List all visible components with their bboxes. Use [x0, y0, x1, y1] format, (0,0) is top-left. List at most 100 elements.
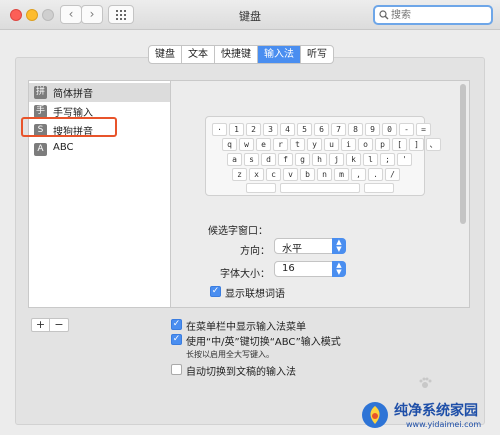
keyboard-key: h	[312, 153, 327, 166]
keyboard-key: v	[283, 168, 298, 181]
keyboard-key: j	[329, 153, 344, 166]
keyboard-key: o	[358, 138, 373, 151]
use-key-switch-checkbox[interactable]: ✓	[171, 334, 182, 345]
direction-label: 方向：	[240, 246, 270, 257]
chevron-updown-icon: ▲ ▼	[332, 238, 346, 254]
keyboard-row: a s d f g h j k l; '	[227, 153, 414, 166]
forward-button[interactable]: ›	[81, 5, 103, 24]
watermark-url: www.yidaimei.com	[406, 420, 482, 429]
keyboard-key: 3	[263, 123, 278, 136]
keyboard-key: 9	[365, 123, 380, 136]
use-key-switch-note: 长按以启用全大写键入。	[186, 350, 274, 359]
keyboard-key: k	[346, 153, 361, 166]
input-source-list[interactable]: 拼 简体拼音 手 手写输入 S 搜狗拼音 A ABC	[28, 80, 171, 308]
keyboard-key: x	[249, 168, 264, 181]
keyboard-key: g	[295, 153, 310, 166]
keyboard-key: s	[244, 153, 259, 166]
show-in-menubar-label: 在菜单栏中显示输入法菜单	[186, 322, 306, 333]
keyboard-key: =	[416, 123, 431, 136]
show-suggestions-checkbox[interactable]: ✓	[210, 286, 221, 297]
close-window-button[interactable]	[10, 9, 22, 21]
zoom-window-button[interactable]	[42, 9, 54, 21]
show-in-menubar-checkbox[interactable]: ✓	[171, 319, 182, 330]
keyboard-key: r	[273, 138, 288, 151]
list-controls: + −	[31, 318, 69, 332]
keyboard-key: m	[334, 168, 349, 181]
pinyin-icon: 拼	[34, 86, 47, 99]
add-button[interactable]: +	[32, 319, 50, 331]
keyboard-key: 8	[348, 123, 363, 136]
keyboard-key: t	[290, 138, 305, 151]
keyboard-key: l	[363, 153, 378, 166]
direction-select[interactable]: 水平 ▲ ▼	[274, 238, 346, 255]
keyboard-key: a	[227, 153, 242, 166]
keyboard-row: q w e r t y u i o p[]、	[222, 138, 443, 151]
watermark: 纯净系统家园 www.yidaimei.com	[360, 398, 498, 433]
keyboard-key: z	[232, 168, 247, 181]
keyboard-key: y	[307, 138, 322, 151]
tab-input-sources[interactable]: 输入法	[258, 46, 301, 63]
show-all-grid-button[interactable]	[108, 5, 134, 24]
search-field[interactable]	[373, 5, 493, 25]
tab-text[interactable]: 文本	[182, 46, 215, 63]
font-size-label: 字体大小：	[220, 269, 270, 280]
modifier-key	[246, 183, 276, 193]
keyboard-key: [	[392, 138, 407, 151]
search-input[interactable]	[391, 8, 487, 22]
minimize-window-button[interactable]	[26, 9, 38, 21]
keyboard-key: ]	[409, 138, 424, 151]
direction-value: 水平	[282, 244, 302, 255]
candidate-window-heading: 候选字窗口：	[208, 226, 268, 237]
keyboard-key: 5	[297, 123, 312, 136]
back-button[interactable]: ‹	[60, 5, 82, 24]
keyboard-key: q	[222, 138, 237, 151]
keyboard-key: i	[341, 138, 356, 151]
font-size-value: 16	[282, 263, 295, 274]
annotation-highlight-box	[21, 117, 117, 137]
keyboard-key: 4	[280, 123, 295, 136]
title-bar: ‹ › 键盘	[0, 0, 500, 30]
list-item-abc[interactable]: A ABC	[29, 140, 170, 159]
list-item-label: 简体拼音	[53, 89, 93, 100]
use-key-switch-label: 使用“中/英”键切换“ABC”输入模式	[186, 337, 341, 348]
tab-bar: 键盘 文本 快捷键 输入法 听写	[148, 45, 334, 64]
keyboard-key: ·	[212, 123, 227, 136]
auto-switch-checkbox[interactable]	[171, 364, 182, 375]
tab-shortcuts[interactable]: 快捷键	[215, 46, 258, 63]
paw-icon	[419, 377, 432, 388]
list-item-simplified-pinyin[interactable]: 拼 简体拼音	[29, 83, 170, 102]
keyboard-key: b	[300, 168, 315, 181]
keyboard-key: -	[399, 123, 414, 136]
search-icon	[379, 10, 389, 20]
keyboard-key: .	[368, 168, 383, 181]
keyboard-viewer: · 1 2 3 4 5 6 7 8 9 0- = q w e r t y u i o p[]、 a s d f g h j k l; ' z x c…	[205, 116, 441, 196]
keyboard-key: ;	[380, 153, 395, 166]
keyboard-key: 、	[426, 138, 441, 151]
keyboard-key: u	[324, 138, 339, 151]
keyboard-row: z x c v b n m,. /	[232, 168, 402, 181]
watermark-logo-icon	[362, 402, 388, 428]
keyboard-key: 6	[314, 123, 329, 136]
keyboard-key: d	[261, 153, 276, 166]
keyboard-key: 2	[246, 123, 261, 136]
keyboard-key: e	[256, 138, 271, 151]
keyboard-key: '	[397, 153, 412, 166]
keyboard-key: ,	[351, 168, 366, 181]
space-key	[280, 183, 360, 193]
watermark-title: 纯净系统家园	[394, 403, 478, 419]
auto-switch-label: 自动切换到文稿的输入法	[186, 367, 296, 378]
keyboard-key: /	[385, 168, 400, 181]
remove-button[interactable]: −	[50, 319, 68, 331]
font-size-select[interactable]: 16 ▲ ▼	[274, 261, 346, 277]
keyboard-key: 1	[229, 123, 244, 136]
list-item-label: ABC	[53, 142, 74, 153]
panel-scrollbar[interactable]	[460, 84, 466, 224]
tab-keyboard[interactable]: 键盘	[149, 46, 182, 63]
window-title: 键盘	[239, 10, 261, 23]
tab-dictation[interactable]: 听写	[301, 46, 333, 63]
keyboard-key: 7	[331, 123, 346, 136]
keyboard-key: c	[266, 168, 281, 181]
keyboard-row: · 1 2 3 4 5 6 7 8 9 0- =	[212, 123, 433, 136]
keyboard-key: f	[278, 153, 293, 166]
chevron-updown-icon: ▲ ▼	[332, 261, 346, 277]
